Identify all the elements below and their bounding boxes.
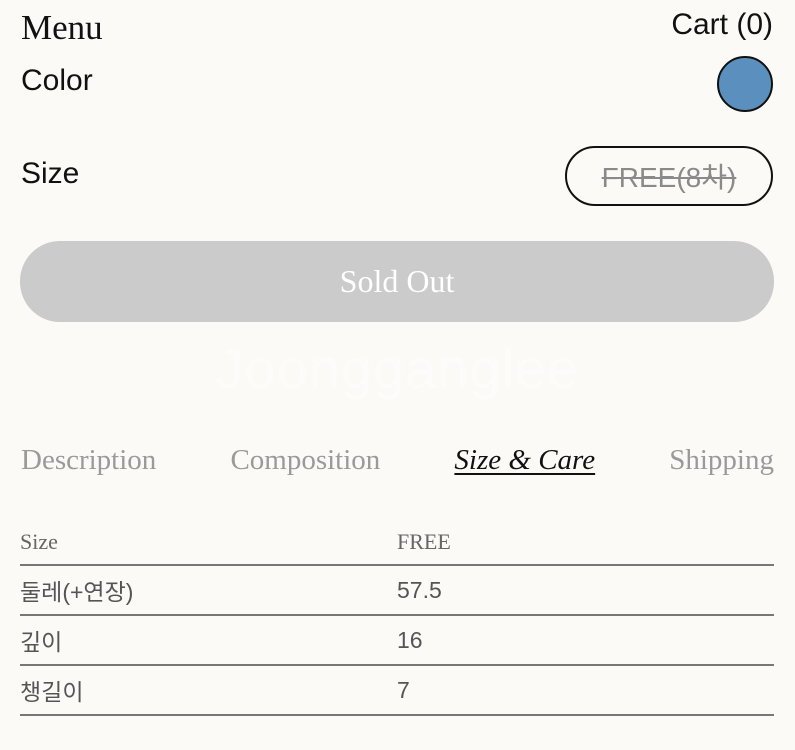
table-header: Size FREE [20, 520, 774, 566]
cart-link[interactable]: Cart (0) [671, 8, 773, 42]
row-value: 7 [397, 676, 410, 703]
color-swatch-blue[interactable] [717, 56, 773, 112]
tab-size-care[interactable]: Size & Care [454, 444, 595, 477]
row-value: 16 [397, 626, 423, 653]
tab-description[interactable]: Description [21, 444, 156, 477]
size-label: Size [21, 157, 80, 190]
sold-out-button[interactable]: Sold Out [20, 241, 774, 322]
size-option-free[interactable]: FREE(8차) [565, 146, 773, 206]
menu-link[interactable]: Menu [21, 8, 103, 48]
table-row: 둘레(+연장) 57.5 [20, 566, 774, 616]
table-row: 챙길이 7 [20, 666, 774, 716]
color-label: Color [21, 64, 93, 97]
row-label: 깊이 [20, 629, 63, 655]
tab-shipping[interactable]: Shipping [669, 444, 774, 477]
size-table: Size FREE 둘레(+연장) 57.5 깊이 16 챙길이 7 [20, 520, 774, 716]
row-value: 57.5 [397, 576, 442, 603]
brand-watermark: Joongganglee [215, 337, 580, 400]
row-label: 챙길이 [20, 679, 84, 705]
row-label: 둘레(+연장) [20, 579, 134, 605]
header-free: FREE [397, 529, 451, 554]
product-tabs: Description Composition Size & Care Ship… [21, 440, 774, 480]
header-size: Size [20, 529, 58, 554]
table-row: 깊이 16 [20, 616, 774, 666]
tab-composition[interactable]: Composition [230, 444, 380, 477]
